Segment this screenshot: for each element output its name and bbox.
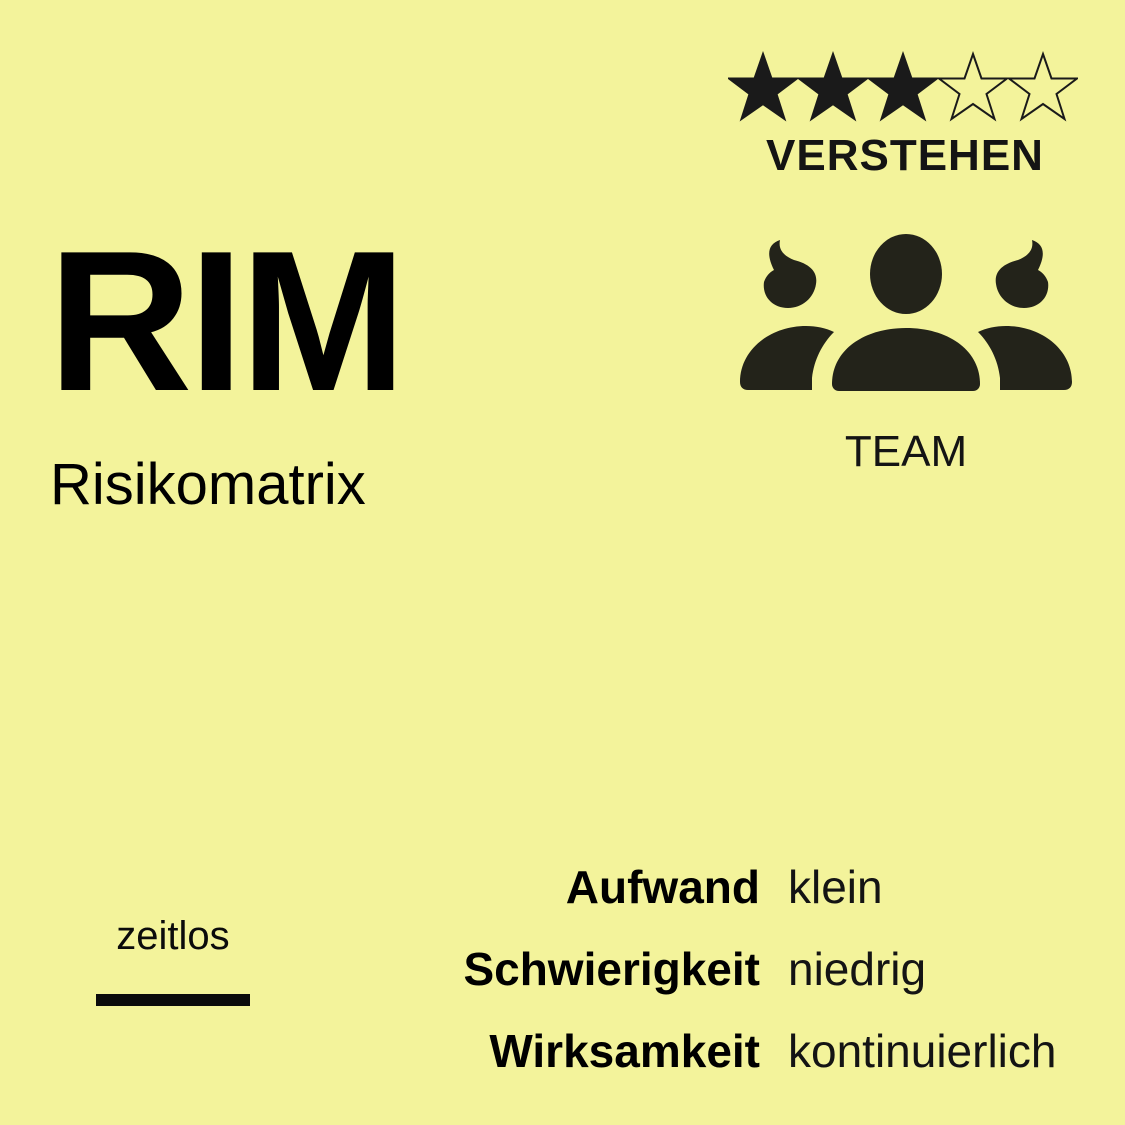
property-value: niedrig [788,943,927,995]
team-icon [740,234,1072,391]
property-row-effort: Aufwand klein [380,856,1100,938]
property-label: Wirksamkeit [489,1025,760,1077]
property-label: Schwierigkeit [463,943,760,995]
method-card: VERSTEHEN TEAM RIM Risikomatrix zeitlos … [0,0,1125,1125]
property-row-difficulty: Schwierigkeit niedrig [380,938,1100,1020]
star-filled-icon [728,50,798,122]
category-label: VERSTEHEN [766,131,1044,180]
time-tag: zeitlos [116,914,230,958]
star-empty-icon [1008,50,1078,122]
method-abbreviation: RIM [48,210,407,433]
property-row-effectiveness: Wirksamkeit kontinuierlich [380,1020,1100,1102]
time-tag-underline [96,994,250,1006]
star-filled-icon [798,50,868,122]
star-filled-icon [868,50,938,122]
method-name: Risikomatrix [50,452,366,517]
audience-label: TEAM [844,427,968,476]
star-empty-icon [938,50,1008,122]
property-value: klein [788,861,883,913]
property-label: Aufwand [565,861,760,913]
rating-stars [728,44,1078,124]
property-value: kontinuierlich [788,1025,1057,1077]
properties-list: Aufwand klein Schwierigkeit niedrig Wirk… [380,856,1100,1102]
